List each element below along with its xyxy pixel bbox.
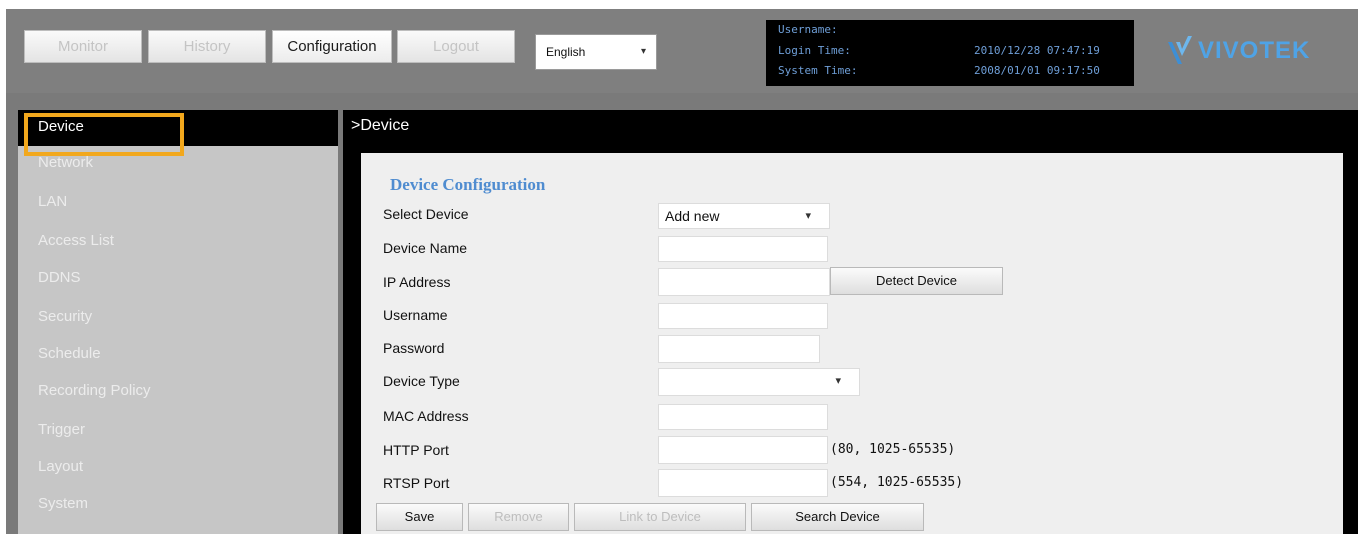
- select-device-label: Select Device: [383, 206, 469, 222]
- top-bar: Monitor History Configuration Logout Eng…: [6, 9, 1358, 93]
- select-device-dropdown[interactable]: Add new ▾: [658, 203, 830, 229]
- sidebar-item-trigger[interactable]: Trigger: [18, 413, 338, 447]
- highlight-box: [24, 113, 184, 156]
- sidebar-item-ddns[interactable]: DDNS: [18, 261, 338, 295]
- session-info-panel: Username: Login Time: 2010/12/28 07:47:1…: [766, 20, 1134, 86]
- chevron-down-icon: ▾: [805, 210, 811, 222]
- vivotek-logo: VIVOTEK: [1166, 31, 1310, 71]
- sidebar-item-layout[interactable]: Layout: [18, 450, 338, 484]
- save-button[interactable]: Save: [376, 503, 463, 531]
- rtsp-port-field[interactable]: [658, 469, 828, 497]
- chevron-down-icon: ▾: [835, 375, 841, 387]
- login-time-label: Login Time:: [778, 44, 851, 57]
- system-time-label: System Time:: [778, 64, 858, 77]
- main-panel: >Device Device Configuration Select Devi…: [343, 110, 1358, 534]
- select-device-value: Add new: [665, 208, 720, 224]
- sidebar-item-recording-policy[interactable]: Recording Policy: [18, 374, 338, 408]
- password-field[interactable]: [658, 335, 820, 363]
- search-device-button[interactable]: Search Device: [751, 503, 924, 531]
- nav-configuration-button[interactable]: Configuration: [272, 30, 392, 63]
- sidebar-item-schedule[interactable]: Schedule: [18, 337, 338, 371]
- language-select[interactable]: English ▾: [535, 34, 657, 70]
- rtsp-port-label: RTSP Port: [383, 475, 450, 491]
- ip-address-label: IP Address: [383, 274, 451, 290]
- device-type-dropdown[interactable]: ▾: [658, 368, 860, 396]
- system-time-value: 2008/01/01 09:17:50: [974, 64, 1100, 77]
- http-port-field[interactable]: [658, 436, 828, 464]
- link-to-device-button[interactable]: Link to Device: [574, 503, 746, 531]
- device-config-form: Device Configuration Select Device Add n…: [361, 153, 1343, 534]
- sidebar-item-security[interactable]: Security: [18, 300, 338, 334]
- sidebar-item-lan[interactable]: LAN: [18, 185, 338, 219]
- device-name-label: Device Name: [383, 240, 468, 256]
- http-port-hint: (80, 1025-65535): [830, 442, 956, 457]
- logo-text: VIVOTEK: [1198, 37, 1311, 64]
- login-time-value: 2010/12/28 07:47:19: [974, 44, 1100, 57]
- rtsp-port-hint: (554, 1025-65535): [830, 475, 964, 490]
- username-field[interactable]: [658, 303, 828, 329]
- mac-address-field[interactable]: [658, 404, 828, 430]
- chevron-down-icon: ▾: [640, 46, 646, 57]
- ip-address-field[interactable]: [658, 268, 830, 296]
- nav-logout-button[interactable]: Logout: [397, 30, 515, 63]
- device-name-field[interactable]: [658, 236, 828, 262]
- nav-history-button[interactable]: History: [148, 30, 266, 63]
- sidebar-item-access-list[interactable]: Access List: [18, 224, 338, 258]
- mac-address-label: MAC Address: [383, 408, 469, 424]
- remove-button[interactable]: Remove: [468, 503, 569, 531]
- section-title: Device Configuration: [390, 175, 546, 194]
- logo-mark-icon: [1166, 34, 1196, 68]
- password-label: Password: [383, 340, 445, 356]
- language-value: English: [546, 45, 586, 59]
- nav-monitor-button[interactable]: Monitor: [24, 30, 142, 63]
- http-port-label: HTTP Port: [383, 442, 449, 458]
- username-label: Username:: [778, 23, 838, 36]
- page-title: >Device: [351, 117, 410, 134]
- device-type-label: Device Type: [383, 373, 460, 389]
- detect-device-button[interactable]: Detect Device: [830, 267, 1003, 295]
- username-field-label: Username: [383, 307, 448, 323]
- sidebar-item-system[interactable]: System: [18, 487, 338, 521]
- sidebar: Device Network LAN Access List DDNS Secu…: [18, 110, 338, 534]
